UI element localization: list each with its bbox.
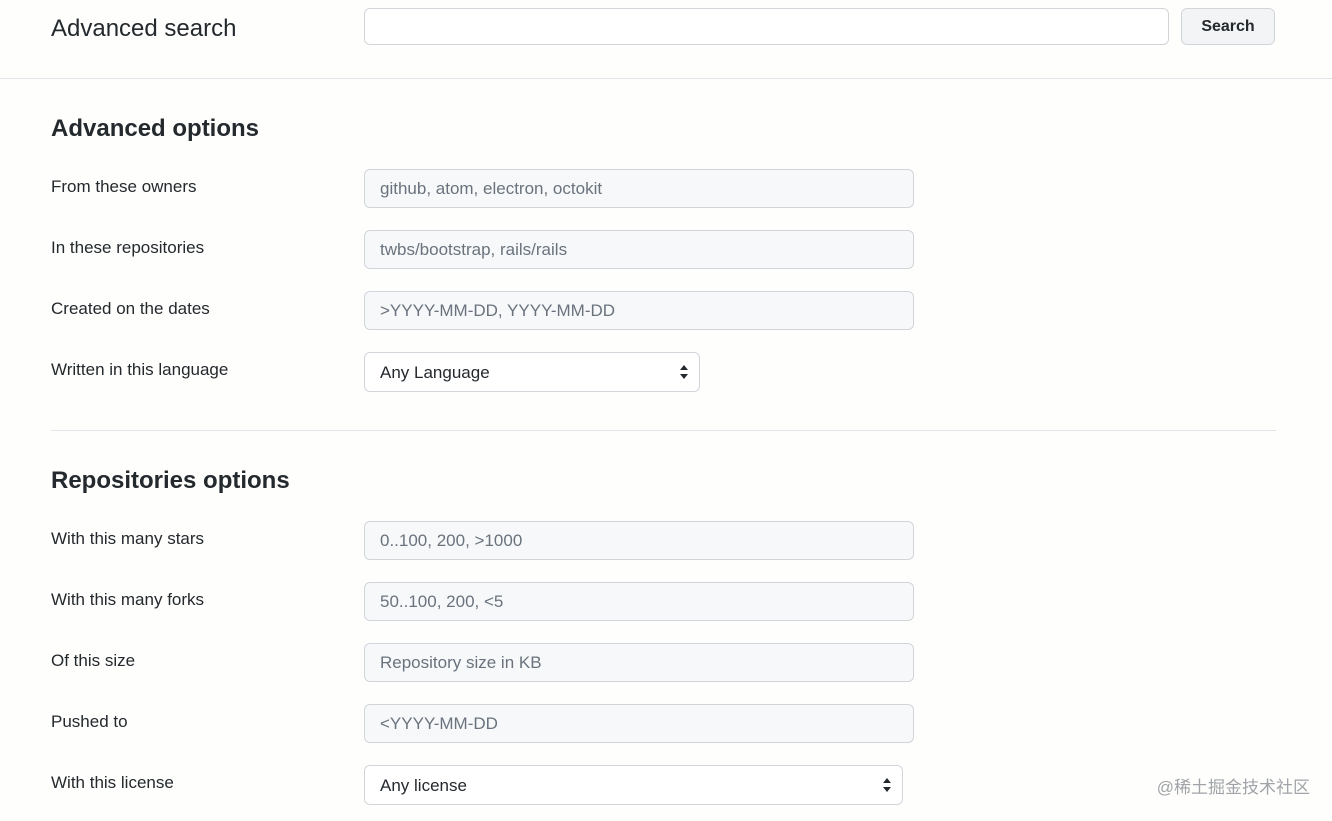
select-arrows-icon (680, 365, 688, 379)
size-input[interactable] (364, 643, 914, 682)
section-divider (51, 430, 1276, 431)
pushed-label: Pushed to (51, 712, 128, 731)
forks-input[interactable] (364, 582, 914, 621)
stars-input[interactable] (364, 521, 914, 560)
search-header: Advanced search Search (0, 0, 1332, 79)
stars-label: With this many stars (51, 529, 205, 548)
search-button[interactable]: Search (1181, 8, 1275, 45)
license-label: With this license (51, 773, 174, 792)
language-select-value: Any Language (380, 363, 490, 382)
repositories-input[interactable] (364, 230, 914, 269)
watermark: @稀土掘金技术社区 (1156, 778, 1310, 797)
owners-input[interactable] (364, 169, 914, 208)
forks-label: With this many forks (51, 590, 205, 609)
license-select[interactable]: Any license (364, 765, 903, 805)
language-select[interactable]: Any Language (364, 352, 700, 392)
created-dates-label: Created on the dates (51, 299, 210, 318)
language-label: Written in this language (51, 360, 229, 379)
repositories-label: In these repositories (51, 238, 205, 257)
pushed-input[interactable] (364, 704, 914, 743)
select-arrows-icon (883, 778, 891, 792)
search-input[interactable] (364, 8, 1169, 45)
size-label: Of this size (51, 651, 136, 670)
owners-label: From these owners (51, 177, 197, 196)
page-title: Advanced search (51, 15, 237, 42)
license-select-value: Any license (380, 776, 467, 795)
advanced-options-title: Advanced options (51, 115, 260, 142)
created-dates-input[interactable] (364, 291, 914, 330)
repositories-options-title: Repositories options (51, 467, 290, 494)
